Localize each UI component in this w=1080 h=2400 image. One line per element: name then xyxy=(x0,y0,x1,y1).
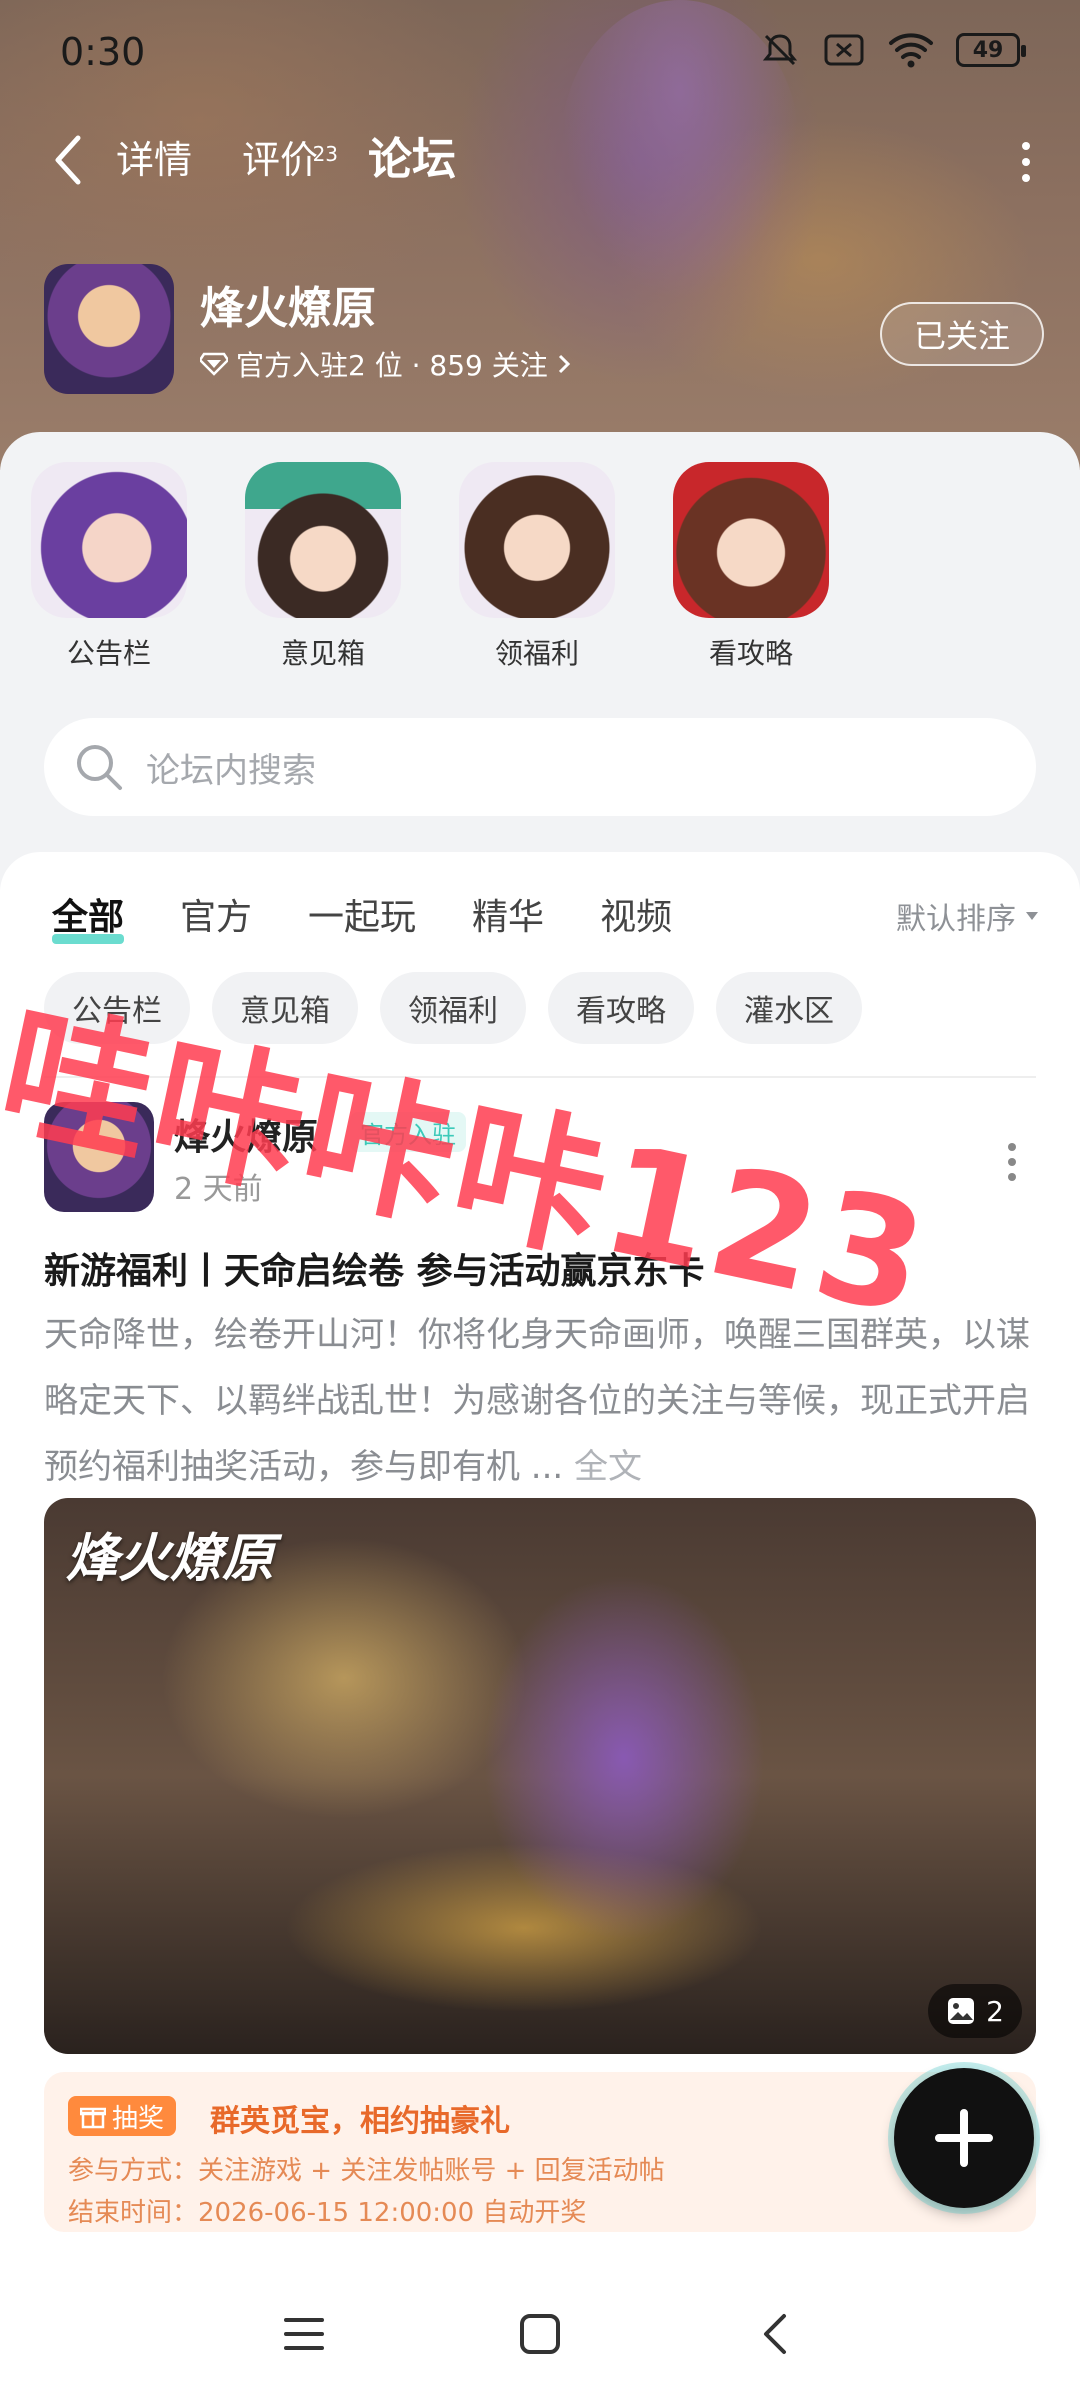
shortcut-feedback[interactable]: 意见箱 xyxy=(238,462,408,672)
back-icon[interactable] xyxy=(752,2312,800,2356)
home-icon[interactable] xyxy=(516,2312,564,2356)
filter-play-together[interactable]: 一起玩 xyxy=(308,888,416,940)
lottery-tag: 抽奖 xyxy=(68,2096,177,2136)
feed-filter-tabs: 全部 官方 一起玩 精华 视频 xyxy=(52,888,672,944)
status-time: 0:30 xyxy=(60,30,146,74)
plus-icon xyxy=(935,2109,993,2167)
battery-level: 49 xyxy=(972,37,1004,63)
official-badge: 官方入驻 xyxy=(350,1112,466,1152)
shortcut-announcements[interactable]: 公告栏 xyxy=(24,462,194,672)
gift-icon xyxy=(80,2107,106,2129)
more-options-icon[interactable] xyxy=(1016,140,1036,184)
post-author[interactable]: 烽火燎原 xyxy=(174,1108,318,1160)
system-nav-bar xyxy=(0,2268,1080,2400)
sort-label: 默认排序 xyxy=(896,902,1016,937)
lottery-title: 群英觅宝，相约抽豪礼 xyxy=(210,2104,510,2139)
game-subtitle: 官方入驻2 位 · 859 关注 xyxy=(236,349,548,382)
nav-tabs: 详情 评价 23 论坛 xyxy=(116,132,456,188)
header-banner: 0:30 49 详情 评价 23 论坛 烽火燎原 官方入驻2 位 · 859 关注… xyxy=(0,0,1080,470)
lottery-end-time: 结束时间：2026-06-15 12:00:00 自动开奖 xyxy=(68,2198,587,2228)
mute-icon xyxy=(762,34,798,66)
menu-icon[interactable] xyxy=(280,2312,328,2356)
back-arrow-icon[interactable] xyxy=(48,132,88,188)
tab-forum[interactable]: 论坛 xyxy=(368,132,456,188)
wifi-icon xyxy=(889,33,933,68)
status-bar: 0:30 49 xyxy=(0,0,1080,110)
post-feed: 全部 官方 一起玩 精华 视频 默认排序 公告栏 意见箱 领福利 看攻略 灌水区… xyxy=(0,852,1080,2268)
status-icons: 49 xyxy=(760,30,1026,70)
post-body: 天命降世，绘卷开山河！你将化身天命画师，唤醒三国群英，以谋略定天下、以羁绊战乱世… xyxy=(44,1315,1030,1487)
new-post-button[interactable] xyxy=(894,2068,1034,2208)
chip-announcements[interactable]: 公告栏 xyxy=(44,972,190,1044)
triangle-down-icon xyxy=(1026,912,1038,920)
shortcut-guides[interactable]: 看攻略 xyxy=(666,462,836,672)
category-chips: 公告栏 意见箱 领福利 看攻略 灌水区 xyxy=(44,972,862,1044)
read-full-link[interactable]: 全文 xyxy=(574,1447,642,1487)
image-count-badge: 2 xyxy=(928,1984,1022,2038)
battery-icon: 49 xyxy=(956,33,1026,67)
lottery-card[interactable]: 抽奖 群英觅宝，相约抽豪礼 参与方式：关注游戏 + 关注发帖账号 + 回复活动帖… xyxy=(44,2072,1036,2232)
forum-content: 公告栏 意见箱 领福利 看攻略 论坛内搜索 全部 官方 一起玩 精华 视频 默认… xyxy=(0,432,1080,2268)
search-placeholder: 论坛内搜索 xyxy=(146,750,316,791)
post-time: 2 天前 xyxy=(174,1172,263,1207)
tab-reviews[interactable]: 评价 23 xyxy=(242,132,338,188)
shortcut-rewards[interactable]: 领福利 xyxy=(452,462,622,672)
filter-video[interactable]: 视频 xyxy=(600,888,672,940)
filter-official[interactable]: 官方 xyxy=(180,888,252,940)
post-title: 新游福利丨天命启绘卷 参与活动赢京东卡 xyxy=(44,1251,705,1292)
image-game-logo: 烽火燎原 xyxy=(66,1529,275,1589)
chevron-right-icon xyxy=(558,354,570,374)
diamond-icon xyxy=(200,352,228,376)
sim-off-icon xyxy=(824,34,864,66)
post-author-avatar[interactable] xyxy=(44,1102,154,1212)
follow-button[interactable]: 已关注 xyxy=(880,302,1044,366)
chip-chat[interactable]: 灌水区 xyxy=(716,972,862,1044)
post-image[interactable]: 烽火燎原 2 xyxy=(44,1498,1036,2054)
tab-details[interactable]: 详情 xyxy=(116,132,192,188)
game-name: 烽火燎原 xyxy=(200,283,376,334)
girl-purple-hair-avatar-icon xyxy=(31,462,187,618)
forum-search-input[interactable]: 论坛内搜索 xyxy=(44,718,1036,816)
divider xyxy=(44,1076,1036,1078)
girl-green-hat-avatar-icon xyxy=(245,462,401,618)
forum-shortcuts: 公告栏 意见箱 领福利 看攻略 xyxy=(0,462,1080,682)
girl-red-hair-avatar-icon xyxy=(673,462,829,618)
girl-gold-crown-avatar-icon xyxy=(459,462,615,618)
top-nav: 详情 评价 23 论坛 xyxy=(0,120,1080,200)
filter-featured[interactable]: 精华 xyxy=(472,888,544,940)
game-info: 烽火燎原 官方入驻2 位 · 859 关注 已关注 xyxy=(44,264,1044,400)
sort-dropdown[interactable]: 默认排序 xyxy=(896,894,1040,938)
game-avatar[interactable] xyxy=(44,264,174,394)
chip-rewards[interactable]: 领福利 xyxy=(380,972,526,1044)
search-icon xyxy=(77,745,122,790)
filter-all[interactable]: 全部 xyxy=(52,888,125,944)
game-stats-link[interactable]: 官方入驻2 位 · 859 关注 xyxy=(200,344,572,384)
lottery-method: 参与方式：关注游戏 + 关注发帖账号 + 回复活动帖 xyxy=(68,2156,665,2186)
chip-feedback[interactable]: 意见箱 xyxy=(212,972,358,1044)
chip-guides[interactable]: 看攻略 xyxy=(548,972,694,1044)
review-count-badge: 23 xyxy=(312,142,339,166)
image-icon xyxy=(948,1998,975,2024)
post-more-icon[interactable] xyxy=(1006,1142,1018,1182)
